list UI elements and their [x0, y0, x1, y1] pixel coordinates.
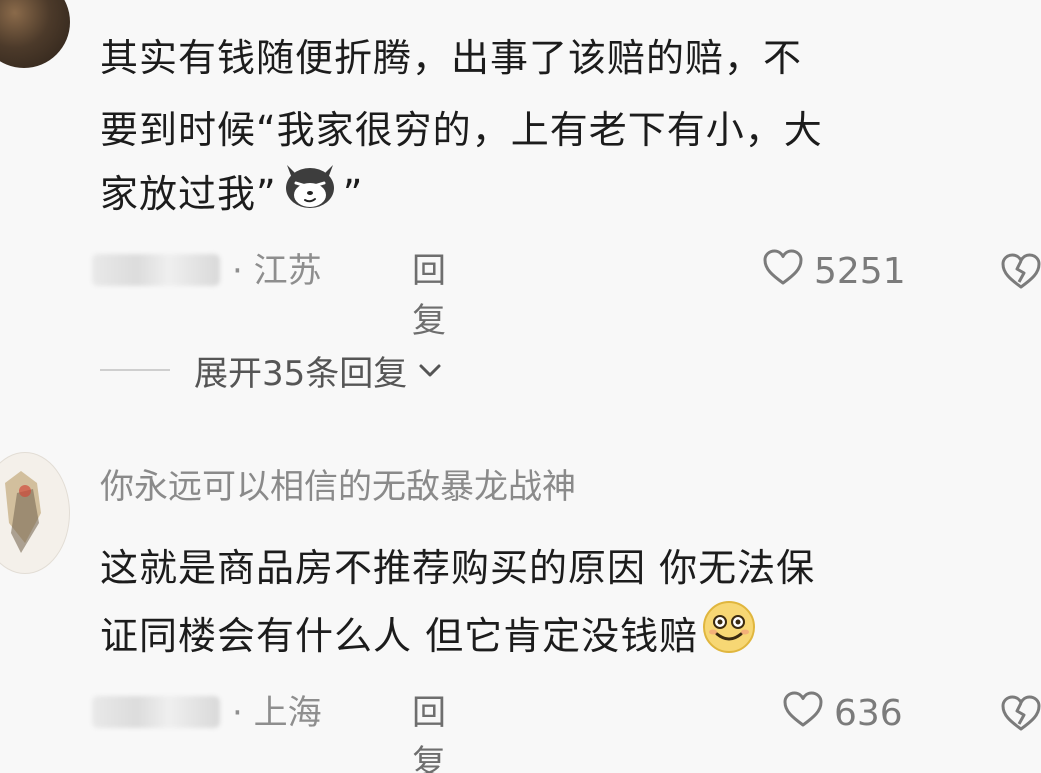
location-label: · 江苏: [232, 251, 322, 291]
commenter-avatar[interactable]: [0, 452, 70, 574]
reply-button[interactable]: 回复: [412, 246, 446, 346]
broken-heart-icon[interactable]: [1000, 694, 1041, 741]
location-label: · 上海: [232, 693, 322, 733]
comment-text-line: 家放过我” ”: [100, 158, 363, 234]
commenter-avatar[interactable]: [0, 0, 70, 68]
comment-text-fragment: 家放过我”: [100, 172, 277, 216]
divider-line: [100, 369, 170, 371]
comment-text-line: 证同楼会有什么人 但它肯定没钱赔: [100, 598, 760, 679]
comment-feed: 其实有钱随便折腾，出事了该赔的赔，不 要到时候“我家很穷的，上有老下有小，大 家…: [0, 0, 1041, 773]
comment-text-line: 这就是商品房不推荐购买的原因 你无法保: [100, 546, 816, 590]
like-count: 636: [834, 692, 903, 734]
heart-icon: [762, 248, 804, 295]
blurred-username[interactable]: [92, 254, 220, 286]
reply-button[interactable]: 回复: [412, 688, 446, 773]
comment-text-fragment: 证同楼会有什么人 但它肯定没钱赔: [100, 614, 699, 658]
comment-text-line: 要到时候“我家很穷的，上有老下有小，大: [100, 108, 823, 152]
like-button[interactable]: 636: [782, 688, 903, 738]
chevron-down-icon: [415, 355, 445, 385]
broken-heart-icon[interactable]: [1000, 252, 1041, 299]
expand-replies-label: 展开35条回复: [194, 353, 408, 394]
like-count: 5251: [814, 250, 906, 292]
dog-smug-emoji-icon: [279, 159, 341, 234]
like-button[interactable]: 5251: [762, 246, 906, 296]
heart-icon: [782, 690, 824, 737]
commenter-username[interactable]: 你永远可以相信的无敌暴龙战神: [100, 462, 576, 512]
smile-emoji-icon: [700, 598, 758, 679]
comment-text-line: 其实有钱随便折腾，出事了该赔的赔，不: [100, 36, 803, 80]
expand-replies-button[interactable]: 展开35条回复: [100, 342, 445, 398]
comment-text-fragment: ”: [342, 172, 364, 216]
blurred-username[interactable]: [92, 696, 220, 728]
